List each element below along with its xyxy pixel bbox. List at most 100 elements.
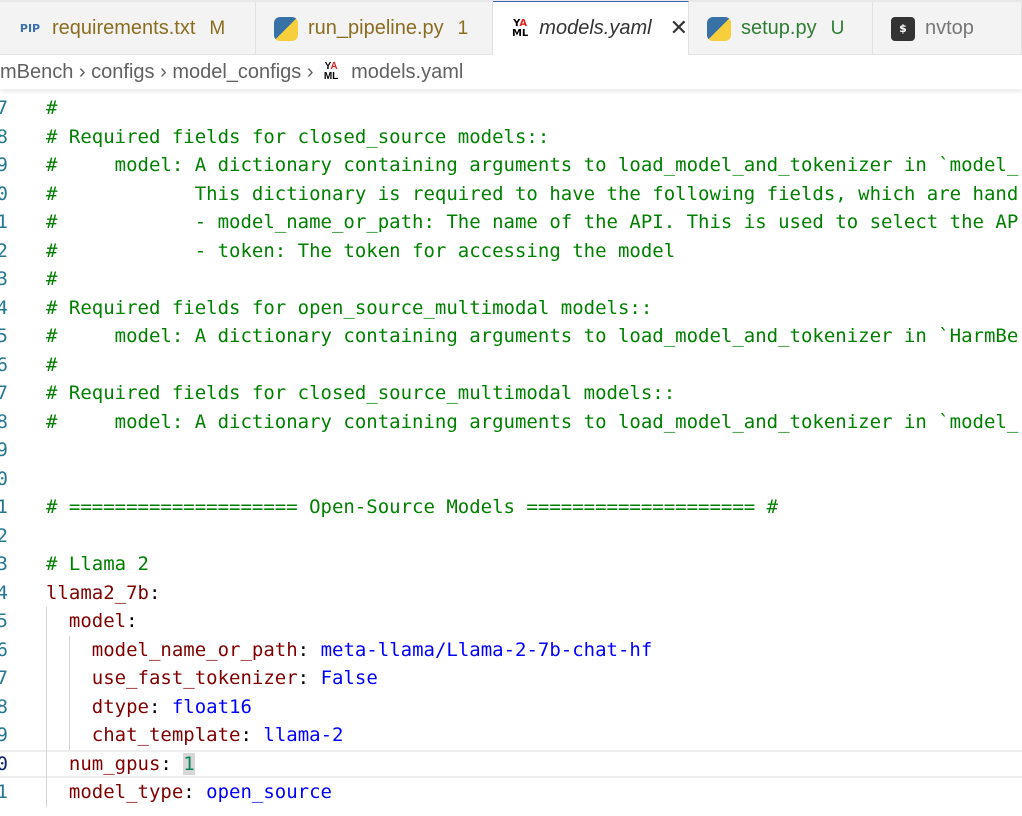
- code-token: chat_template: [91, 724, 241, 746]
- line-number: 0: [0, 182, 8, 205]
- code-line[interactable]: 2: [0, 522, 1022, 551]
- tab-label: setup.py: [741, 17, 817, 39]
- tab-setup-py[interactable]: setup.py U: [689, 2, 873, 55]
- line-number: 1: [0, 211, 8, 233]
- line-content: model_type: open_source: [46, 778, 332, 807]
- yaml-icon: YA ML: [511, 17, 529, 39]
- line-content: model:: [46, 607, 138, 636]
- line-content: # model: A dictionary containing argumen…: [46, 322, 1018, 351]
- line-content: llama2_7b:: [46, 579, 160, 608]
- line-number: 2: [0, 239, 8, 262]
- line-number: 5: [0, 610, 8, 632]
- line-content: #: [46, 351, 57, 380]
- tab-status-badge: 1: [457, 17, 469, 39]
- code-token: :: [240, 724, 264, 746]
- breadcrumb-item[interactable]: configs: [91, 61, 154, 84]
- breadcrumb-item[interactable]: models.yaml: [351, 61, 463, 84]
- code-line[interactable]: 8 # Required fields for closed_source mod…: [0, 123, 1022, 152]
- line-content: num_gpus: 1: [46, 752, 195, 777]
- line-number: 5: [0, 325, 8, 347]
- code-token: # model: A dictionary containing argumen…: [46, 410, 1019, 433]
- code-token: 1: [183, 752, 195, 775]
- code-line[interactable]: 0 num_gpus: 1: [0, 749, 1022, 778]
- code-line[interactable]: 8 # model: A dictionary containing argume…: [0, 408, 1022, 437]
- code-line[interactable]: 5 model:: [0, 607, 1022, 636]
- breadcrumb-item[interactable]: mBench: [0, 61, 73, 84]
- code-token: model_type: [68, 781, 184, 803]
- line-number: 7: [0, 97, 8, 119]
- code-line[interactable]: 9 # model: A dictionary containing argume…: [0, 151, 1022, 180]
- code-line[interactable]: 3 # Llama 2: [0, 550, 1022, 579]
- code-line[interactable]: 8 dtype: float16: [0, 693, 1022, 722]
- code-token: # model: A dictionary containing argumen…: [46, 154, 1019, 176]
- yaml-icon: YA ML: [323, 61, 339, 82]
- code-token: # Required fields for closed_source_mult…: [46, 382, 676, 404]
- tab-label: nvtop: [925, 17, 974, 39]
- code-line[interactable]: 6 model_name_or_path: meta-llama/Llama-2…: [0, 636, 1022, 665]
- code-token: dtype: [91, 695, 149, 718]
- code-line[interactable]: 2 # - token: The token for accessing the …: [0, 237, 1022, 266]
- code-line[interactable]: 1 # - model_name_or_path: The name of the…: [0, 208, 1022, 237]
- line-number: 3: [0, 268, 8, 290]
- code-token: model_name_or_path: [91, 638, 298, 661]
- code-line[interactable]: 1 model_type: open_source: [0, 778, 1022, 807]
- code-token: :: [126, 610, 138, 632]
- close-icon[interactable]: ✕: [670, 16, 688, 41]
- line-number: 6: [0, 353, 8, 376]
- code-token: # - model_name_or_path: The name of the …: [46, 211, 1019, 233]
- line-content: model_name_or_path: meta-llama/Llama-2-7…: [46, 636, 653, 665]
- line-content: # ==================== Open-Source Model…: [46, 493, 778, 522]
- line-number: 1: [0, 781, 8, 803]
- tab-requirements-txt[interactable]: PIP requirements.txt M: [0, 2, 256, 55]
- code-line[interactable]: 6 #: [0, 351, 1022, 380]
- code-line[interactable]: 4 # Required fields for open_source_multi…: [0, 294, 1022, 323]
- editor-tab-bar: PIP requirements.txt Mrun_pipeline.py 1 YA ML…: [0, 0, 1022, 55]
- code-line[interactable]: 5 # model: A dictionary containing argume…: [0, 322, 1022, 351]
- code-token: use_fast_tokenizer: [91, 667, 298, 689]
- code-token: # - token: The token for accessing the m…: [46, 239, 676, 262]
- code-token: float16: [171, 695, 252, 718]
- indent-guide: [46, 607, 47, 807]
- code-line[interactable]: 3 #: [0, 265, 1022, 294]
- line-number: 3: [0, 553, 8, 575]
- code-token: # Llama 2: [46, 553, 149, 575]
- line-number: 9: [0, 154, 8, 176]
- line-number: 7: [0, 382, 8, 404]
- line-number: 0: [0, 467, 8, 490]
- code-token: meta-llama/Llama-2-7b-chat-hf: [320, 638, 653, 661]
- code-line[interactable]: 9: [0, 436, 1022, 465]
- code-token: #: [46, 97, 58, 119]
- line-number: 2: [0, 524, 8, 547]
- code-line[interactable]: 7 #: [0, 94, 1022, 123]
- line-content: # Required fields for closed_source mode…: [46, 123, 549, 152]
- line-content: # This dictionary is required to have th…: [46, 180, 1018, 209]
- code-line[interactable]: 4 llama2_7b:: [0, 579, 1022, 608]
- tab-models-yaml[interactable]: YA ML models.yaml ✕: [493, 1, 689, 55]
- breadcrumb-item[interactable]: model_configs: [172, 61, 301, 84]
- tab-label: models.yaml: [539, 17, 652, 39]
- line-content: # model: A dictionary containing argumen…: [46, 151, 1018, 180]
- code-token: :: [297, 667, 321, 689]
- tab-run_pipeline-py[interactable]: run_pipeline.py 1: [256, 2, 493, 55]
- code-token: :: [183, 781, 207, 803]
- line-number: 1: [0, 496, 8, 518]
- python-icon: [274, 16, 298, 41]
- code-line[interactable]: 0: [0, 465, 1022, 494]
- pip-icon: PIP: [19, 22, 41, 35]
- code-line[interactable]: 1 # ==================== Open-Source Mode…: [0, 493, 1022, 522]
- code-line[interactable]: 7 use_fast_tokenizer: False: [0, 664, 1022, 693]
- code-line[interactable]: 0 # This dictionary is required to have t…: [0, 180, 1022, 209]
- tab-nvtop[interactable]: $ nvtop: [873, 2, 1022, 55]
- tab-status-badge: U: [830, 17, 845, 39]
- code-token: llama-2: [263, 724, 344, 746]
- line-number: 7: [0, 667, 8, 689]
- code-line[interactable]: 7 # Required fields for closed_source_mul…: [0, 379, 1022, 408]
- code-line[interactable]: 9 chat_template: llama-2: [0, 721, 1022, 750]
- code-token: :: [297, 638, 321, 661]
- code-token: # model: A dictionary containing argumen…: [46, 325, 1019, 347]
- line-content: #: [46, 94, 57, 123]
- indent-guide: [69, 635, 70, 750]
